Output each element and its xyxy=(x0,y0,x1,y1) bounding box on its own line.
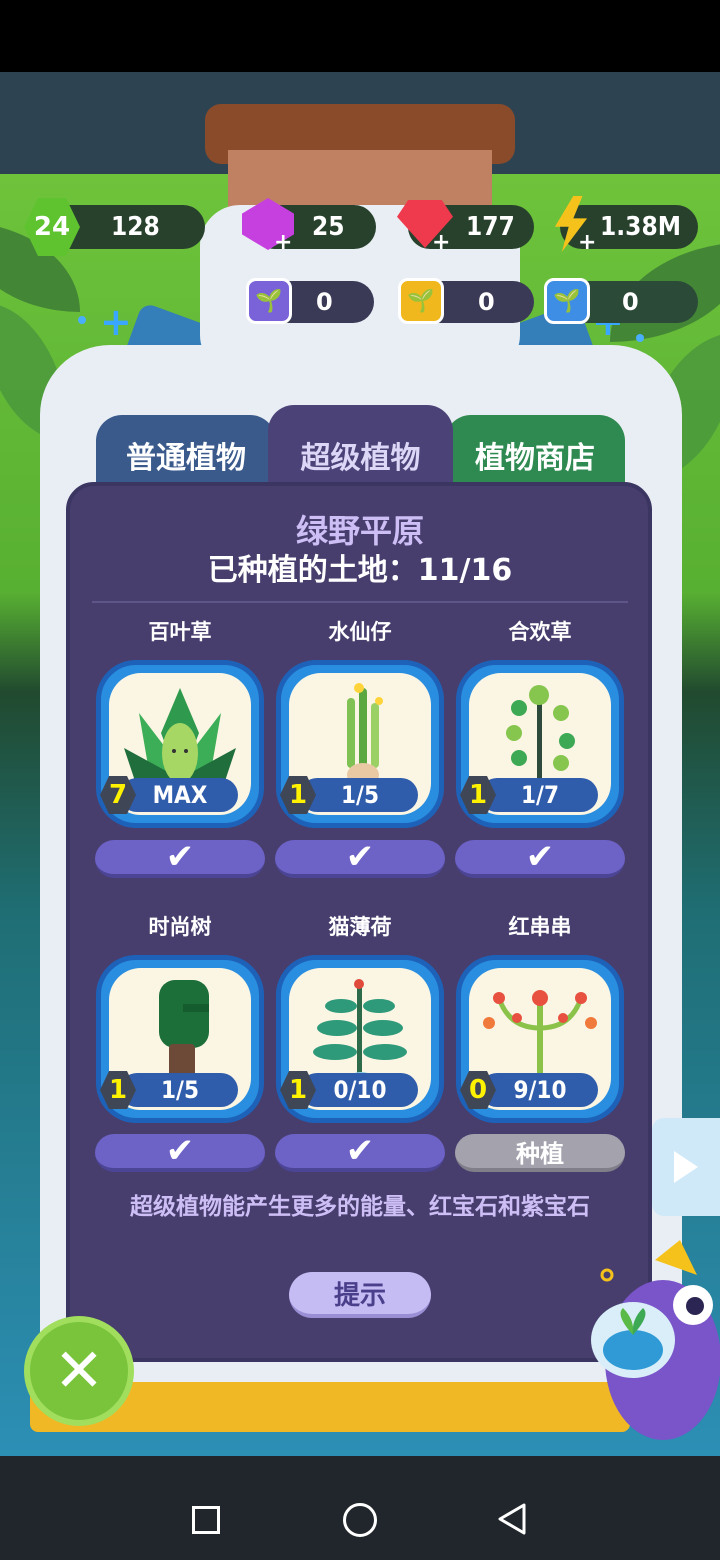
divider xyxy=(92,601,628,603)
plant-button[interactable]: 种植 xyxy=(455,1134,625,1172)
recent-apps-icon[interactable] xyxy=(192,1506,220,1534)
planted-check-button[interactable]: ✔ xyxy=(275,1131,445,1172)
blue-seed-value: 0 xyxy=(622,288,639,316)
plant-progress: MAX xyxy=(152,781,208,809)
dot-decoration xyxy=(78,316,86,324)
exp-value: 128 xyxy=(111,212,160,242)
next-page-button[interactable] xyxy=(652,1118,720,1216)
plant-name: 猫薄荷 xyxy=(328,915,392,939)
planted-check-button[interactable]: ✔ xyxy=(95,1131,265,1172)
plant-progress: 0/10 xyxy=(333,1076,387,1104)
plant-name: 红串串 xyxy=(508,915,572,939)
purple-gem-value: 25 xyxy=(312,212,345,242)
planted-check-button[interactable]: ✔ xyxy=(95,837,265,878)
status-bar xyxy=(0,0,720,72)
player-level: 24 xyxy=(33,212,71,242)
plant-progress: 9/10 xyxy=(513,1076,567,1104)
plant-progress: 1/7 xyxy=(521,781,559,809)
yellow-seed-icon: 🌱 xyxy=(398,278,444,324)
close-button[interactable]: ✕ xyxy=(24,1316,134,1426)
blue-seed-icon: 🌱 xyxy=(544,278,590,324)
plus-decoration: + xyxy=(100,300,132,344)
red-gem-value: 177 xyxy=(466,212,515,242)
energy-value: 1.38M xyxy=(600,212,681,242)
planted-land-count: 已种植的土地：11/16 xyxy=(207,553,513,588)
dot-decoration xyxy=(636,334,644,342)
add-red-gem-icon[interactable]: + xyxy=(432,232,450,254)
add-energy-icon[interactable]: + xyxy=(578,232,596,254)
plant-name: 时尚树 xyxy=(148,915,212,939)
add-purple-gem-icon[interactable]: + xyxy=(274,232,292,254)
planted-check-button[interactable]: ✔ xyxy=(275,837,445,878)
plant-progress: 1/5 xyxy=(161,1076,199,1104)
purple-seed-icon: 🌱 xyxy=(246,278,292,324)
close-icon: ✕ xyxy=(53,1336,105,1406)
hint-button[interactable]: 提示 xyxy=(289,1272,431,1318)
planted-check-button[interactable]: ✔ xyxy=(455,837,625,878)
arrow-right-icon xyxy=(674,1151,698,1183)
back-icon[interactable] xyxy=(497,1502,527,1536)
purple-seed-value: 0 xyxy=(316,288,333,316)
plant-name: 合欢草 xyxy=(508,620,572,644)
plant-progress: 1/5 xyxy=(341,781,379,809)
mascot-character xyxy=(591,1240,720,1440)
plant-name: 百叶草 xyxy=(148,620,212,644)
plant-name: 水仙仔 xyxy=(328,620,392,644)
super-plant-description: 超级植物能产生更多的能量、红宝石和紫宝石 xyxy=(130,1194,590,1220)
yellow-seed-value: 0 xyxy=(478,288,495,316)
home-icon[interactable] xyxy=(343,1503,377,1537)
